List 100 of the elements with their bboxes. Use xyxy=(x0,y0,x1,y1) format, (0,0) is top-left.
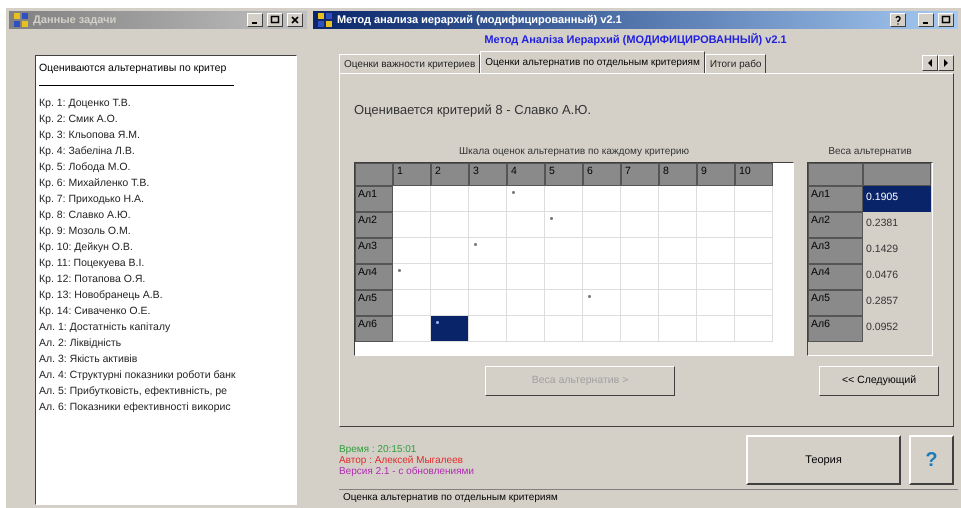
grid-cell[interactable] xyxy=(735,264,773,290)
list-item: Ал. 1: Достатність капіталу xyxy=(39,320,172,335)
grid-cell[interactable] xyxy=(621,290,659,316)
tab[interactable]: Итоги рабо xyxy=(704,54,766,74)
grid-cell[interactable] xyxy=(583,316,621,342)
weight-cell[interactable]: 0.1429 xyxy=(863,238,931,264)
weight-cell[interactable]: 0.0476 xyxy=(863,264,931,290)
grid-cell[interactable] xyxy=(659,316,697,342)
grid-cell[interactable] xyxy=(469,186,507,212)
grid-cell[interactable] xyxy=(621,186,659,212)
help-icon[interactable] xyxy=(890,12,906,27)
maximize-icon[interactable] xyxy=(267,13,283,27)
grid-cell[interactable] xyxy=(545,290,583,316)
grid-cell[interactable] xyxy=(735,316,773,342)
grid-cell[interactable] xyxy=(393,290,431,316)
grid-cell[interactable] xyxy=(735,186,773,212)
row-header: Ал1 xyxy=(808,186,863,212)
grid-cell[interactable] xyxy=(431,238,469,264)
grid-cell[interactable] xyxy=(431,316,469,342)
grid-cell[interactable] xyxy=(621,212,659,238)
list-item: Ал. 4: Структурні показники роботи банк xyxy=(39,368,236,383)
grid-cell[interactable] xyxy=(469,212,507,238)
grid-cell[interactable] xyxy=(659,264,697,290)
grid-cell[interactable] xyxy=(393,238,431,264)
grid-cell[interactable] xyxy=(659,290,697,316)
grid-cell[interactable] xyxy=(621,264,659,290)
weight-cell[interactable]: 0.2381 xyxy=(863,212,931,238)
grid-cell[interactable] xyxy=(735,290,773,316)
grid-cell[interactable] xyxy=(545,186,583,212)
list-item: Кр. 14: Сиваченко О.Е. xyxy=(39,304,152,319)
scroll-right-button[interactable] xyxy=(938,55,954,72)
grid-cell[interactable] xyxy=(431,290,469,316)
grid-cell[interactable] xyxy=(583,264,621,290)
grid-cell[interactable] xyxy=(697,290,735,316)
row-header: Ал5 xyxy=(808,290,863,316)
grid-cell[interactable] xyxy=(469,264,507,290)
grid-cell[interactable] xyxy=(545,212,583,238)
grid-cell[interactable] xyxy=(469,238,507,264)
row-header: Ал1 xyxy=(355,186,393,212)
list-item: Кр. 1: Доценко Т.В. xyxy=(39,96,132,111)
grid-cell[interactable] xyxy=(621,238,659,264)
next-button[interactable]: << Следующий xyxy=(819,366,939,396)
left-arrow-icon xyxy=(927,59,933,68)
theory-button[interactable]: Теория xyxy=(746,435,901,486)
grid-cell[interactable] xyxy=(507,264,545,290)
row-header: Ал4 xyxy=(355,264,393,290)
scroll-left-button[interactable] xyxy=(922,55,938,72)
window-title: Данные задачи xyxy=(33,12,118,28)
grid-cell[interactable] xyxy=(659,238,697,264)
row-header: Ал6 xyxy=(355,316,393,342)
list-item: Кр. 6: Михайленко Т.В. xyxy=(39,176,150,191)
tab[interactable]: Оценки важности критериев xyxy=(339,54,480,74)
grid-cell[interactable] xyxy=(393,316,431,342)
grid-cell[interactable] xyxy=(393,212,431,238)
grid-cell[interactable] xyxy=(469,316,507,342)
grid-cell[interactable] xyxy=(545,238,583,264)
minimize-icon[interactable] xyxy=(247,13,263,27)
weight-cell[interactable]: 0.1905 xyxy=(863,186,931,212)
grid-cell[interactable] xyxy=(697,264,735,290)
grid-cell[interactable] xyxy=(431,186,469,212)
grid-caption: Веса альтернатив xyxy=(828,144,912,159)
list-item: Кр. 10: Дейкун О.В. xyxy=(39,240,134,255)
grid-cell[interactable] xyxy=(583,290,621,316)
column-header: 3 xyxy=(469,162,507,186)
minimize-icon[interactable] xyxy=(918,12,934,27)
weight-cell[interactable]: 0.2857 xyxy=(863,290,931,316)
weight-cell[interactable]: 0.0952 xyxy=(863,316,931,342)
grid-cell[interactable] xyxy=(697,186,735,212)
grid-cell[interactable] xyxy=(545,316,583,342)
maximize-icon[interactable] xyxy=(938,12,954,27)
grid-cell[interactable] xyxy=(735,238,773,264)
grid-cell[interactable] xyxy=(659,212,697,238)
grid-cell[interactable] xyxy=(431,264,469,290)
grid-cell[interactable] xyxy=(621,316,659,342)
grid-cell[interactable] xyxy=(583,186,621,212)
app-icon xyxy=(13,12,29,28)
criterion-label: Оценивается критерий 8 - Славко А.Ю. xyxy=(354,101,592,120)
grid-cell[interactable] xyxy=(697,316,735,342)
column-header: 10 xyxy=(735,162,773,186)
grid-cell[interactable] xyxy=(469,290,507,316)
grid-cell[interactable] xyxy=(697,238,735,264)
grid-cell[interactable] xyxy=(545,264,583,290)
grid-cell[interactable] xyxy=(507,238,545,264)
grid-cell[interactable] xyxy=(393,264,431,290)
column-header: 9 xyxy=(697,162,735,186)
info-line: Автор : Алексей Мыгалеев xyxy=(339,454,464,466)
close-icon[interactable] xyxy=(287,13,303,27)
grid-cell[interactable] xyxy=(393,186,431,212)
grid-cell[interactable] xyxy=(431,212,469,238)
grid-cell[interactable] xyxy=(659,186,697,212)
grid-cell[interactable] xyxy=(507,290,545,316)
tab[interactable]: Оценки альтернатив по отдельным критериям xyxy=(480,51,705,74)
grid-cell[interactable] xyxy=(697,212,735,238)
grid-cell[interactable] xyxy=(507,212,545,238)
grid-cell[interactable] xyxy=(583,238,621,264)
grid-cell[interactable] xyxy=(507,316,545,342)
grid-cell[interactable] xyxy=(735,212,773,238)
list-item: Кр. 8: Славко А.Ю. xyxy=(39,208,132,223)
grid-cell[interactable] xyxy=(507,186,545,212)
grid-cell[interactable] xyxy=(583,212,621,238)
